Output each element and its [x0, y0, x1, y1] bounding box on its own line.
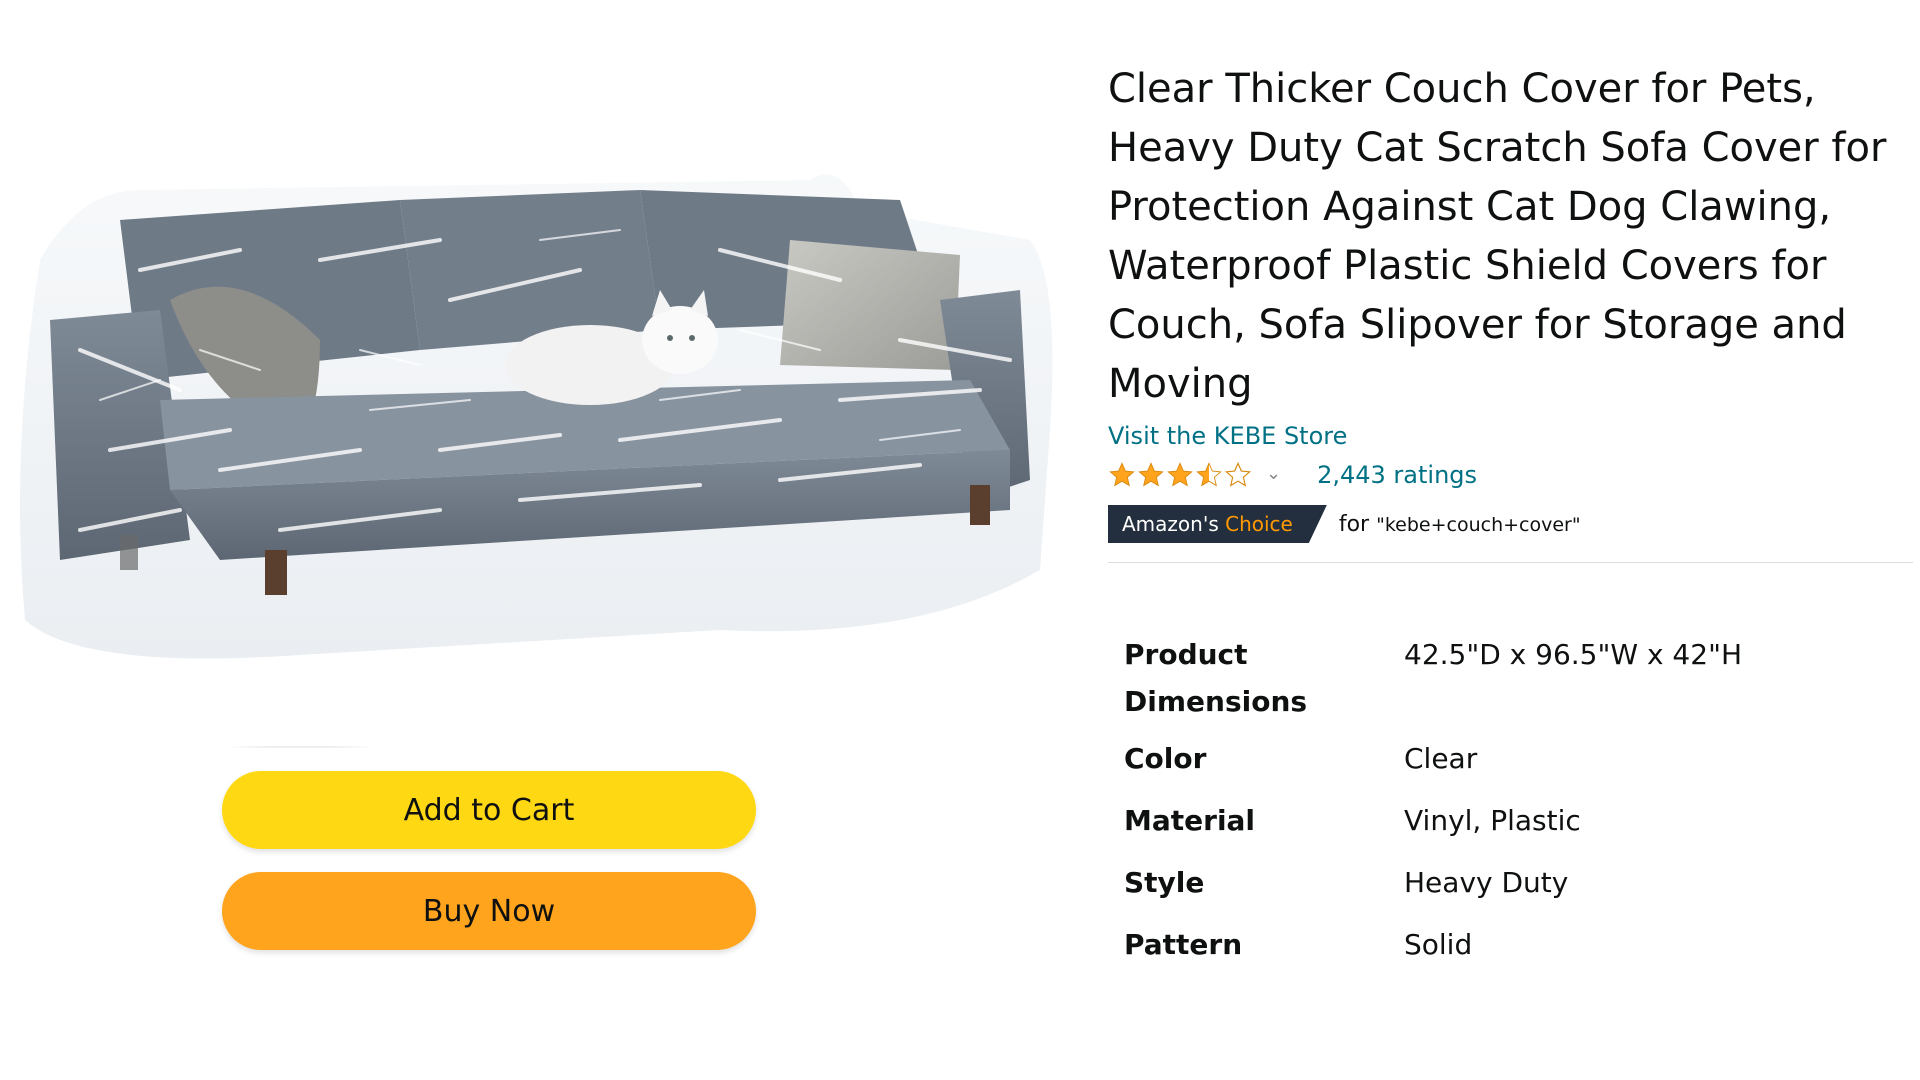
spec-key: Style — [1124, 866, 1205, 899]
choice-badge-accent: Choice — [1225, 512, 1293, 536]
spec-key: Product Dimensions — [1124, 638, 1308, 718]
star-full-icon — [1167, 462, 1193, 487]
star-full-icon — [1138, 462, 1164, 487]
choice-for-label: for "kebe+couch+cover" — [1339, 512, 1581, 537]
product-title: Clear Thicker Couch Cover for Pets, Heav… — [1108, 66, 1887, 407]
spec-row: Material Vinyl, Plastic — [1124, 797, 1742, 859]
ratings-count-link[interactable]: 2,443 ratings — [1317, 461, 1477, 489]
choice-search-term: "kebe+couch+cover" — [1376, 513, 1581, 536]
spec-value: Clear — [1404, 742, 1478, 775]
amazons-choice-badge: Amazon's Choice — [1108, 505, 1327, 543]
product-specs-table: Product Dimensions 42.5"D x 96.5"W x 42"… — [1124, 631, 1742, 968]
spec-row: Pattern Solid — [1124, 921, 1742, 968]
star-rating[interactable] — [1108, 461, 1252, 489]
amazons-choice-row: Amazon's Choice for "kebe+couch+cover" — [1108, 504, 1908, 544]
spec-key: Material — [1124, 804, 1256, 837]
spec-value: Heavy Duty — [1404, 866, 1569, 899]
rating-row: ⌄ 2,443 ratings — [1108, 458, 1908, 492]
star-half-icon — [1196, 462, 1222, 487]
spec-row: Color Clear — [1124, 735, 1742, 797]
chevron-down-icon[interactable]: ⌄ — [1266, 463, 1281, 484]
buy-now-button[interactable]: Buy Now — [222, 872, 756, 950]
spec-key: Pattern — [1124, 928, 1243, 961]
spec-row: Style Heavy Duty — [1124, 859, 1742, 921]
product-image[interactable] — [20, 150, 1055, 670]
choice-badge-prefix: Amazon's — [1122, 512, 1219, 536]
spec-key: Color — [1124, 742, 1207, 775]
spec-row: Product Dimensions 42.5"D x 96.5"W x 42"… — [1124, 631, 1742, 735]
spec-value: 42.5"D x 96.5"W x 42"H — [1404, 638, 1742, 671]
store-link[interactable]: Visit the KEBE Store — [1108, 422, 1908, 450]
add-to-cart-button[interactable]: Add to Cart — [222, 771, 756, 849]
image-thumbnail-indicator — [225, 746, 375, 748]
spec-value: Vinyl, Plastic — [1404, 804, 1581, 837]
star-full-icon — [1109, 462, 1135, 487]
section-divider — [1108, 562, 1913, 563]
spec-value: Solid — [1404, 928, 1473, 961]
choice-for-text: for — [1338, 511, 1370, 537]
star-empty-icon — [1224, 461, 1252, 487]
product-details: Clear Thicker Couch Cover for Pets, Heav… — [1108, 60, 1913, 968]
